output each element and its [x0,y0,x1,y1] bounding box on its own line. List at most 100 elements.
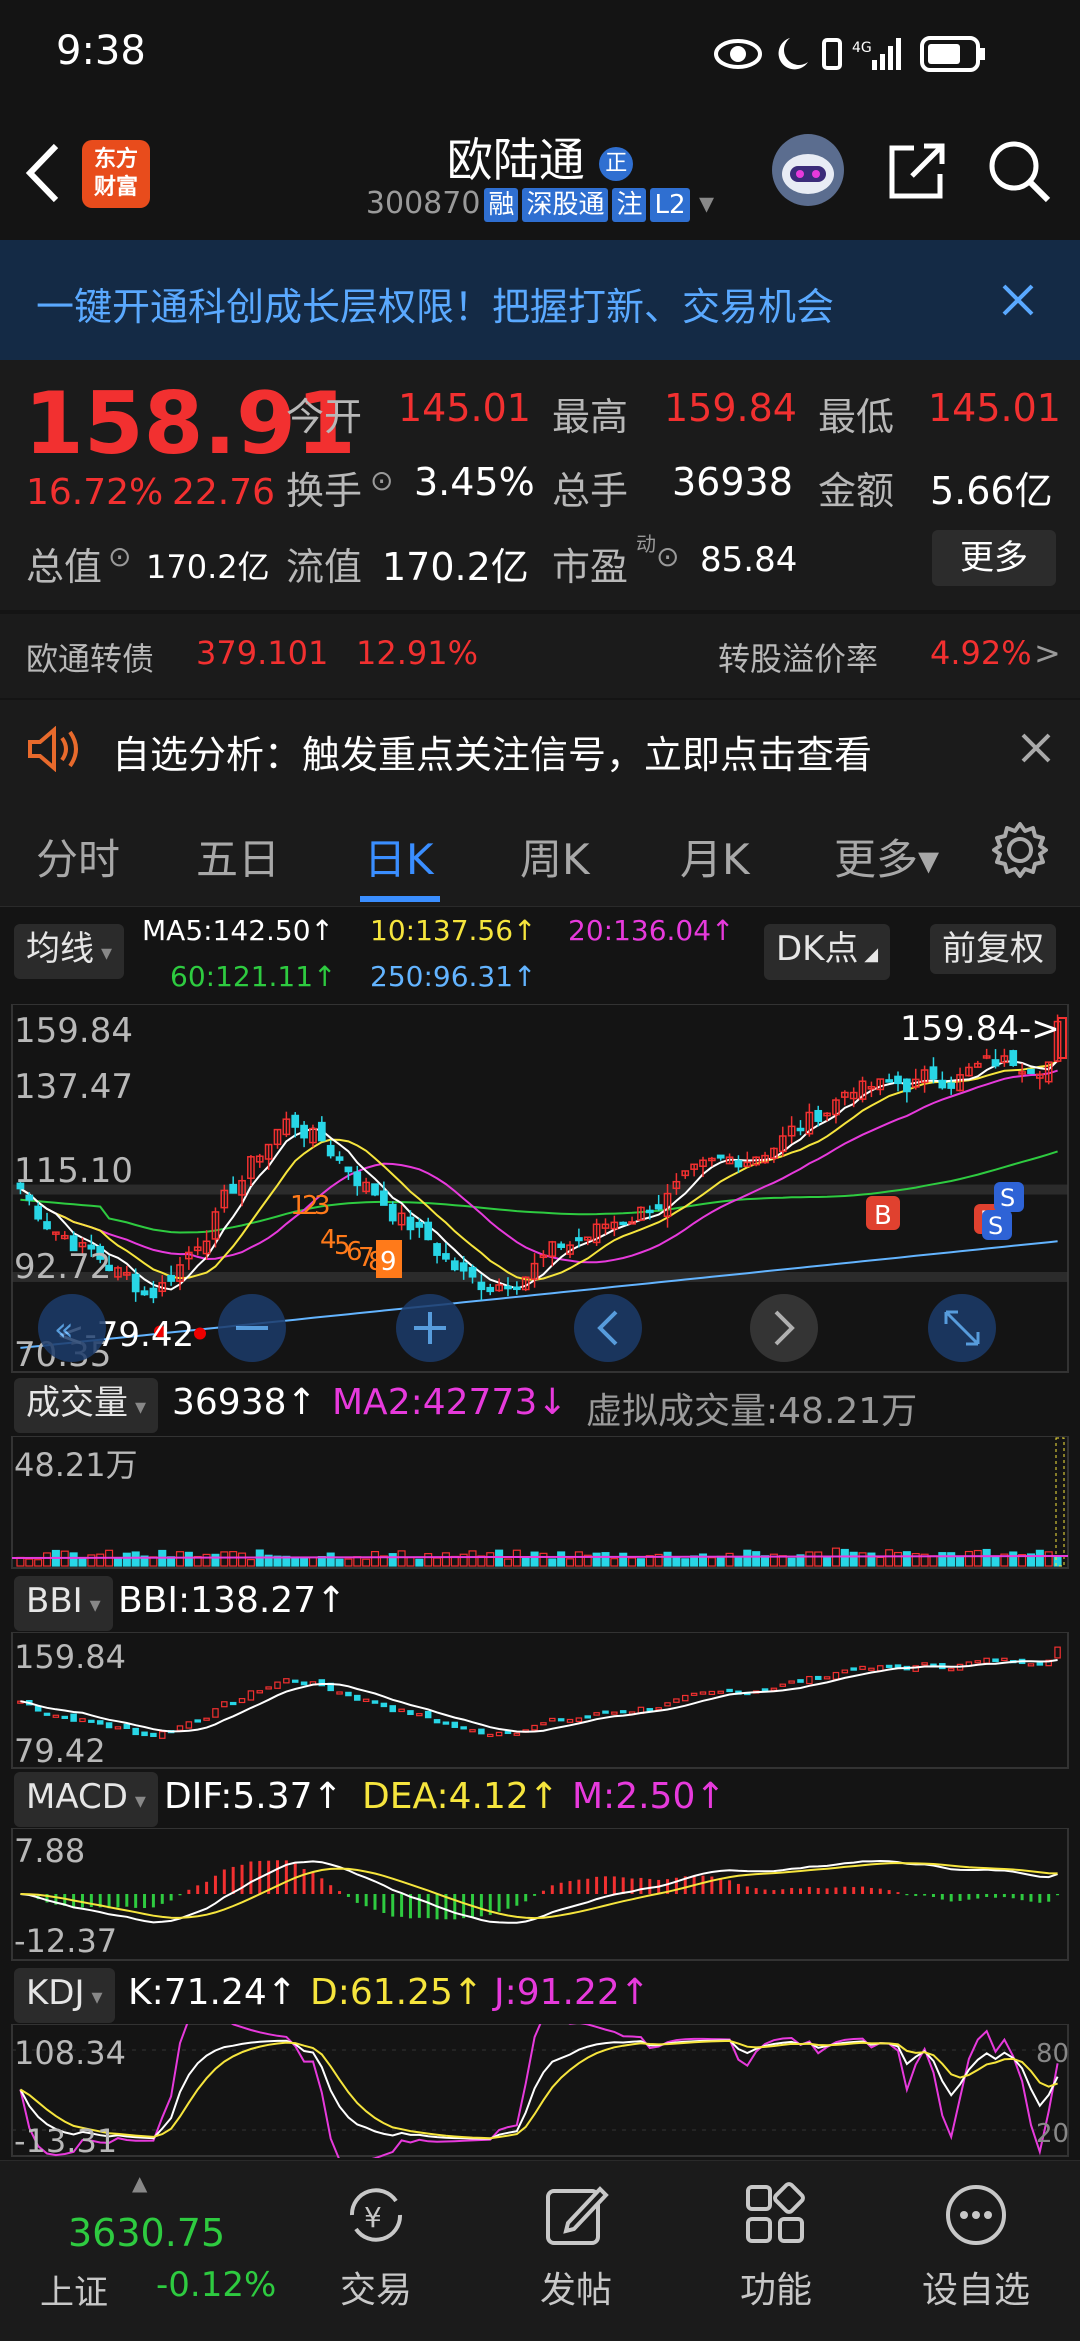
bbi-candle [1027,1663,1035,1667]
bbi-candle [185,1721,193,1729]
tab-intraday[interactable]: 分时 [36,826,120,887]
candle-body [619,1221,628,1226]
macd-chart[interactable]: 7.88 -12.37 [0,1828,1080,1962]
bbi-candle [699,1691,707,1695]
bbi-candle [513,1732,521,1736]
dk-point-button[interactable]: DK点 ◢ [764,924,891,980]
macd-selector-label: MACD [26,1777,128,1817]
candle-body [450,1260,459,1271]
volume-bar [539,1552,548,1567]
more-button[interactable]: 更多 [932,530,1056,586]
scroll-left-button[interactable] [574,1294,642,1362]
volume-selector[interactable]: 成交量 ▾ [14,1378,159,1433]
bbi-candle [43,1712,51,1716]
tab-more[interactable]: 更多▾ [834,826,939,887]
candle-body [344,1166,353,1173]
notice-bar[interactable]: 自选分析：触发重点关注信号，立即点击查看 [0,700,1080,796]
virtual-volume: 虚拟成交量:48.21万 [586,1391,918,1432]
search-icon[interactable] [986,138,1052,204]
scroll-right-button[interactable] [750,1294,818,1362]
volume-bar [973,1549,982,1567]
volume-bar [503,1558,513,1567]
index-name: 上证 [40,2273,108,2313]
svg-text:«: « [54,1310,74,1348]
dif-line [20,1859,1058,1924]
volume-bar [929,1555,938,1567]
close-icon[interactable] [1000,282,1036,318]
macd-y-bottom: -12.37 [14,1922,117,1960]
bbi-value: BBI:138.27↑ [118,1580,347,1621]
bbi-candle [619,1710,627,1714]
close-icon[interactable] [1020,732,1052,764]
grid-icon [746,2182,805,2243]
fullscreen-button[interactable] [928,1294,996,1362]
kline-y-label-1: 159.84 [14,1011,133,1051]
amount-label: 金额 [818,469,895,513]
kdj-selector[interactable]: KDJ ▾ [14,1968,115,2023]
amount-value: 5.66亿 [930,469,1053,513]
nav-post[interactable]: 发帖 [476,2161,676,2341]
speaker-icon [28,726,78,772]
float-label: 流值 [286,545,363,589]
kdj-chart[interactable]: 108.34 -13.31 80 20 [0,2024,1080,2158]
bbi-selector[interactable]: BBI ▾ [14,1576,113,1631]
volume-value: 36938 [672,460,793,504]
bbi-candle [974,1660,982,1664]
tab-five-day[interactable]: 五日 [196,826,280,887]
bbi-candle [859,1665,866,1670]
tab-weekly-k[interactable]: 周K [520,826,590,887]
scroll-left-end-button[interactable]: « [38,1294,106,1362]
info-icon[interactable]: ⊙ [108,540,131,573]
volume-bar [512,1549,521,1567]
robot-assistant-icon[interactable] [768,130,848,210]
tag-registration: 注 [612,188,647,222]
candle-body [814,1109,823,1122]
volume-bar [220,1551,229,1567]
bbi-candle [885,1664,893,1668]
kdj-selector-label: KDJ [26,1973,85,2013]
convertible-bond-row[interactable]: 欧通转债 379.101 12.91% 转股溢价率 4.92% > [0,614,1080,698]
volume-chart[interactable]: 48.21万 [0,1436,1080,1570]
premium-value: 4.92% [930,634,1032,672]
zoom-out-button[interactable] [218,1294,286,1362]
nav-trade[interactable]: ¥ 交易 [276,2161,476,2341]
bbi-candle [291,1679,299,1683]
info-icon[interactable]: ⊙ [370,464,393,497]
share-icon[interactable] [884,138,950,204]
macd-selector[interactable]: MACD ▾ [14,1772,158,1827]
bbi-candle [203,1717,210,1721]
promo-banner[interactable]: 一键开通科创成长层权限！把握打新、交易机会 [0,240,1080,360]
ma-selector[interactable]: 均线 ▾ [14,924,125,979]
bbi-selector-label: BBI [26,1581,83,1621]
volume-bar [725,1552,734,1567]
gear-icon[interactable] [990,820,1050,880]
nav-functions[interactable]: 功能 [676,2161,876,2341]
candle-body [654,1204,663,1210]
bbi-candle [726,1688,733,1693]
bbi-candle [486,1733,494,1738]
forward-adjust-button[interactable]: 前复权 [930,924,1056,974]
bbi-chart[interactable]: 159.84 79.42 [0,1632,1080,1770]
candle-body [388,1203,397,1222]
tab-daily-k[interactable]: 日K [364,826,434,887]
bbi-candle [256,1690,264,1694]
bbi-candle [788,1680,795,1684]
chevron-down-icon[interactable]: ▾ [699,186,714,221]
index-ticker[interactable]: 3630.75 上证 -0.12% ▲ [40,2161,276,2341]
ma10-legend: 10:137.56↑ [370,914,537,947]
info-icon[interactable]: ⊙ [656,540,679,573]
nav-watchlist[interactable]: 设自选 [876,2161,1076,2341]
bbi-candle [132,1727,139,1736]
eye-icon [714,39,762,69]
bbi-candle [114,1726,122,1730]
bbi-candle [212,1708,219,1718]
zoom-in-button[interactable] [396,1294,464,1362]
candle-body [335,1156,344,1161]
candle-body [575,1237,583,1242]
tab-monthly-k[interactable]: 月K [680,826,750,887]
volume-bar [468,1550,477,1567]
volume-bar [175,1551,185,1567]
volume-bar [814,1551,823,1567]
kline-chart[interactable]: 159.84 137.47 115.10 92.72 70.35 159.84-… [0,1004,1080,1374]
volume-bar [1009,1551,1018,1567]
